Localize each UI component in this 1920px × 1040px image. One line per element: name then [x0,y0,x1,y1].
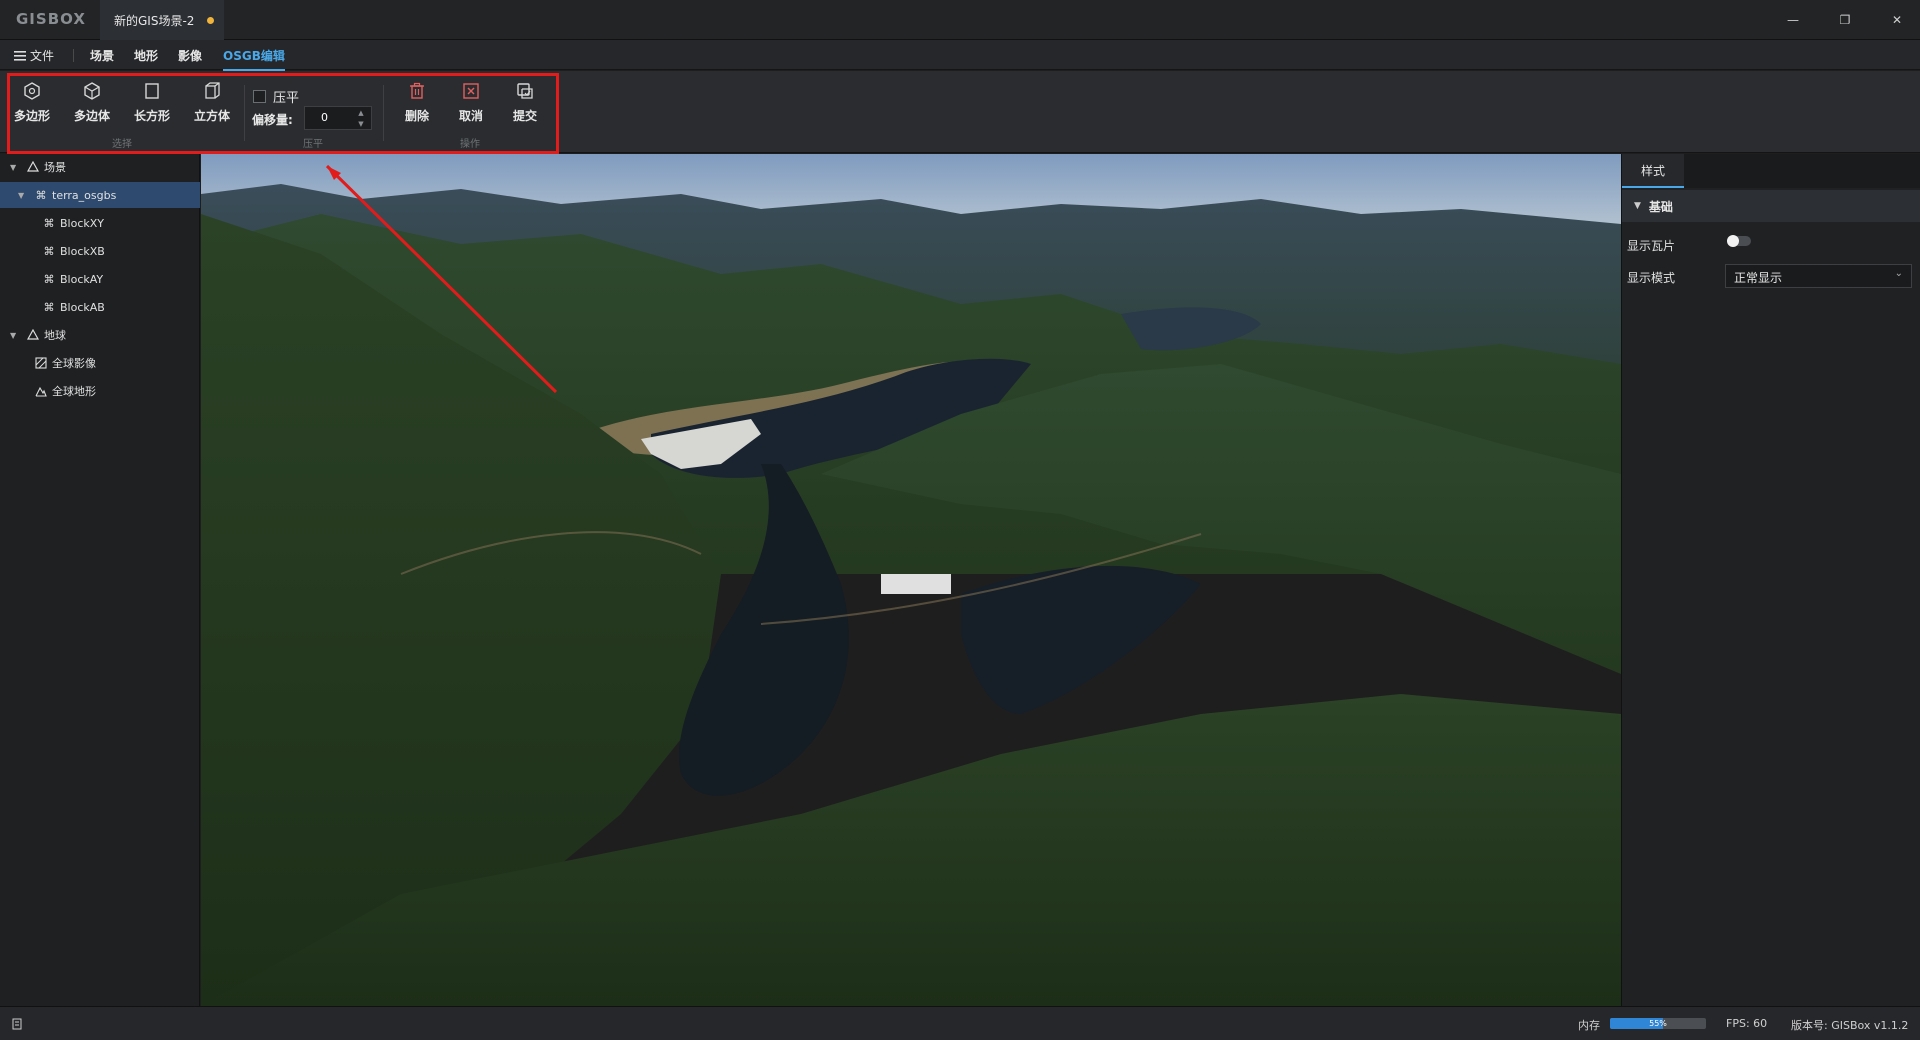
tree-node-label: BlockXY [60,216,105,230]
show-tiles-label: 显示瓦片 [1627,239,1676,253]
map-3d-viewport[interactable] [201,154,1621,1006]
tree-node-block[interactable]: ⌘ BlockAB [0,294,200,320]
display-mode-label: 显示模式 [1627,271,1676,285]
close-button[interactable]: ✕ [1874,0,1920,40]
version-readout: 版本号: GISBox v1.1.2 [1791,1019,1909,1032]
title-bar: GISBOX 新的GIS场景-2 — ❐ ✕ [0,0,1920,40]
earth-icon [26,328,40,342]
tree-node-earth[interactable]: ▼ 地球 [0,322,200,348]
chevron-down-icon: ⌄ [1894,268,1903,279]
building [881,574,951,594]
section-basic[interactable]: ▼ 基础 [1622,190,1920,222]
tree-node-label: BlockAB [60,300,105,314]
terrain-icon [34,384,48,398]
menu-separator [73,49,74,62]
block-icon: ⌘ [43,216,55,230]
minimize-button[interactable]: — [1770,0,1816,40]
annotation-highlight-box [7,73,559,154]
scene-icon [26,160,40,174]
document-tab[interactable]: 新的GIS场景-2 [100,0,224,40]
expand-caret-icon[interactable]: ▼ [18,191,28,200]
tree-node-model[interactable]: ▼ ⌘ terra_osgbs [0,182,200,208]
memory-label: 内存 [1578,1019,1600,1032]
tree-node-global-terrain[interactable]: 全球地形 [0,378,200,404]
tree-node-block[interactable]: ⌘ BlockXY [0,210,200,236]
imagery-icon [34,356,48,370]
menu-osgb-edit[interactable]: OSGB编辑 [223,47,285,71]
tree-node-label: 全球影像 [52,357,96,370]
model-icon: ⌘ [35,188,47,202]
section-basic-label: 基础 [1648,199,1673,214]
tree-node-global-imagery[interactable]: 全球影像 [0,350,200,376]
fps-readout: FPS: 60 [1726,1017,1768,1030]
memory-percent-text: 55% [1649,1019,1667,1028]
expand-caret-icon[interactable]: ▼ [10,331,20,340]
document-tab-label: 新的GIS场景-2 [114,13,195,28]
menu-scene[interactable]: 场景 [90,47,114,64]
display-mode-select[interactable]: 正常显示 ⌄ [1725,264,1912,288]
file-menu[interactable]: 文件 [14,47,54,64]
block-icon: ⌘ [43,300,55,314]
expand-caret-icon[interactable]: ▼ [10,163,20,172]
properties-panel: 样式 ▼ 基础 显示瓦片 显示模式 正常显示 ⌄ [1621,154,1920,1006]
file-menu-label: 文件 [30,49,55,63]
tree-node-label: 全球地形 [52,385,96,398]
status-bar: 内存 55% FPS: 60 版本号: GISBox v1.1.2 [0,1006,1920,1040]
scene-tree: ▼ 场景 ▼ ⌘ terra_osgbs ⌘ BlockXY ⌘ BlockXB… [0,154,200,1006]
menu-bar: 文件 场景 地形 影像 OSGB编辑 [0,40,1920,71]
show-tiles-toggle[interactable] [1727,235,1751,247]
menu-terrain[interactable]: 地形 [134,47,158,64]
tab-style[interactable]: 样式 [1622,154,1684,188]
menu-imagery[interactable]: 影像 [178,47,202,64]
tree-node-label: 地球 [44,329,66,342]
tree-node-label: BlockAY [60,272,104,286]
tree-node-block[interactable]: ⌘ BlockXB [0,238,200,264]
hamburger-icon [14,50,26,61]
app-logo: GISBOX [16,10,86,28]
restore-button[interactable]: ❐ [1822,0,1868,40]
document-icon[interactable] [11,1018,23,1030]
panel-tabs: 样式 [1622,154,1920,188]
tree-node-label: terra_osgbs [52,188,117,202]
unsaved-dot-icon [207,17,214,24]
tree-node-label: 场景 [44,161,66,174]
collapse-caret-icon[interactable]: ▼ [1634,201,1641,211]
tree-node-label: BlockXB [60,244,105,258]
tree-node-block[interactable]: ⌘ BlockAY [0,266,200,292]
display-mode-value: 正常显示 [1734,271,1783,285]
terrain-scene [201,154,1621,1006]
tree-node-scene[interactable]: ▼ 场景 [0,154,200,180]
block-icon: ⌘ [43,272,55,286]
memory-progress: 55% [1610,1018,1706,1029]
block-icon: ⌘ [43,244,55,258]
